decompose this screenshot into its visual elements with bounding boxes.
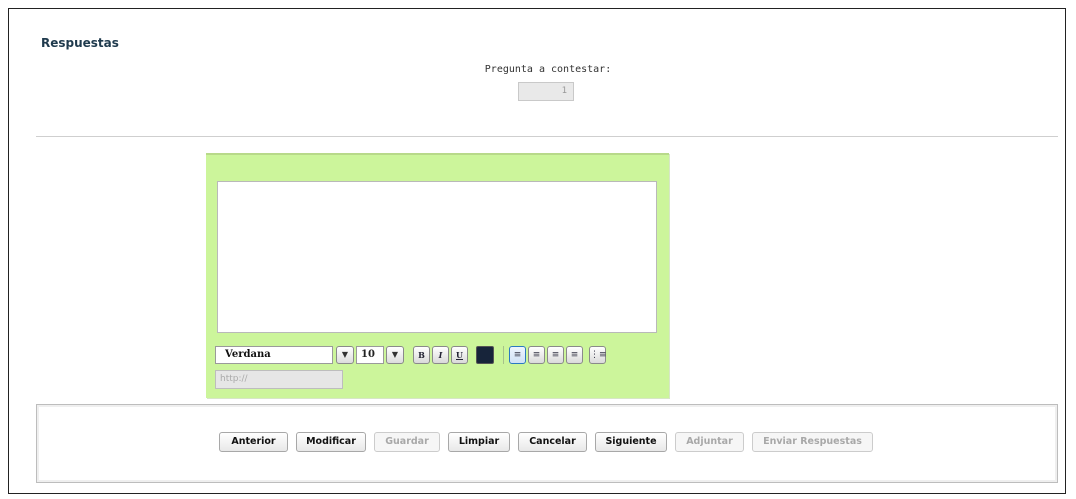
siguiente-button[interactable]: Siguiente [595, 432, 667, 452]
align-left-icon[interactable]: ≡ [509, 346, 526, 364]
font-size-select[interactable]: 10 [356, 346, 384, 364]
font-family-select[interactable]: Verdana [215, 346, 333, 364]
bold-icon[interactable]: B [413, 346, 430, 364]
adjuntar-button[interactable]: Adjuntar [675, 432, 744, 452]
italic-icon[interactable]: I [432, 346, 449, 364]
cancelar-button[interactable]: Cancelar [518, 432, 587, 452]
answer-textarea[interactable] [217, 181, 657, 333]
guardar-button[interactable]: Guardar [374, 432, 440, 452]
question-label: Pregunta a contestar: [484, 64, 612, 75]
rich-text-editor: Verdana ▼ 10 ▼ B I U ≡ ≡ ≡ ≡ ⋮≡ http:// [206, 153, 669, 398]
size-dropdown-arrow-icon[interactable]: ▼ [386, 346, 404, 364]
font-dropdown-arrow-icon[interactable]: ▼ [336, 346, 354, 364]
modificar-button[interactable]: Modificar [296, 432, 366, 452]
bullet-list-icon[interactable]: ⋮≡ [589, 346, 607, 364]
align-justify-icon[interactable]: ≡ [566, 346, 583, 364]
url-input[interactable]: http:// [215, 370, 343, 389]
text-color-icon[interactable] [476, 346, 494, 364]
question-number-field[interactable]: 1 [518, 82, 574, 101]
align-center-icon[interactable]: ≡ [528, 346, 545, 364]
limpiar-button[interactable]: Limpiar [448, 432, 510, 452]
align-right-icon[interactable]: ≡ [547, 346, 564, 364]
underline-icon[interactable]: U [451, 346, 468, 364]
anterior-button[interactable]: Anterior [219, 432, 288, 452]
enviar-respuestas-button[interactable]: Enviar Respuestas [752, 432, 873, 452]
page-title: Respuestas [41, 36, 119, 50]
divider [36, 136, 1058, 137]
toolbar-separator [503, 346, 504, 364]
